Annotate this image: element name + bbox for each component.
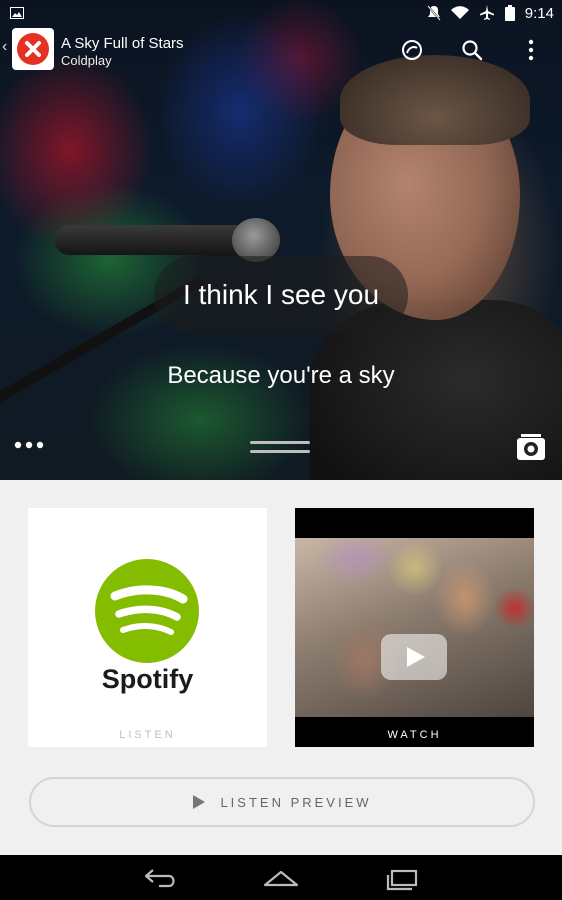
navigation-bar <box>0 855 562 900</box>
video-thumbnail <box>295 538 534 717</box>
battery-icon <box>504 5 515 21</box>
microphone <box>55 225 255 255</box>
search-icon[interactable] <box>460 38 484 62</box>
song-artist: Coldplay <box>61 53 112 68</box>
status-bar: 9:14 <box>0 0 562 26</box>
mute-icon <box>427 5 441 21</box>
lyric-next-line: Because you're a sky <box>167 362 395 389</box>
back-icon[interactable] <box>141 865 181 891</box>
play-triangle-icon <box>193 795 206 809</box>
camera-icon[interactable] <box>515 430 547 462</box>
listen-preview-button[interactable]: LISTEN PREVIEW <box>29 777 535 827</box>
spotify-logo-icon <box>95 559 199 663</box>
listen-label: LISTEN <box>119 729 176 741</box>
wifi-icon <box>450 6 469 19</box>
app-logo[interactable] <box>12 28 54 70</box>
lyric-current-line: I think I see you <box>154 256 408 334</box>
image-icon <box>10 7 24 19</box>
recents-icon[interactable] <box>382 865 422 891</box>
spotify-listen-card[interactable]: Spotify LISTEN <box>28 508 267 747</box>
airplane-icon <box>479 5 494 20</box>
status-time: 9:14 <box>524 4 554 22</box>
video-watch-card[interactable]: WATCH <box>295 508 534 747</box>
drag-handle-icon[interactable] <box>250 438 310 456</box>
singer-hair <box>340 55 530 145</box>
actions-panel: Spotify LISTEN WATCH LISTEN PREVIEW <box>0 480 562 855</box>
more-vert-icon[interactable] <box>519 38 543 62</box>
lyrics-hero: I think I see you Because you're a sky <box>0 0 562 480</box>
song-title: A Sky Full of Stars <box>61 35 184 52</box>
play-icon <box>381 634 447 680</box>
lyrics-sync-icon[interactable] <box>400 38 424 62</box>
home-icon[interactable] <box>261 865 301 891</box>
app-logo-disc <box>17 33 49 65</box>
watch-label: WATCH <box>387 729 442 741</box>
more-horiz-icon[interactable] <box>14 435 44 455</box>
spotify-wordmark: Spotify <box>101 664 194 694</box>
back-chevron-icon[interactable]: ‹ <box>2 38 7 56</box>
listen-preview-label: LISTEN PREVIEW <box>220 794 372 810</box>
close-x-icon <box>25 41 41 57</box>
